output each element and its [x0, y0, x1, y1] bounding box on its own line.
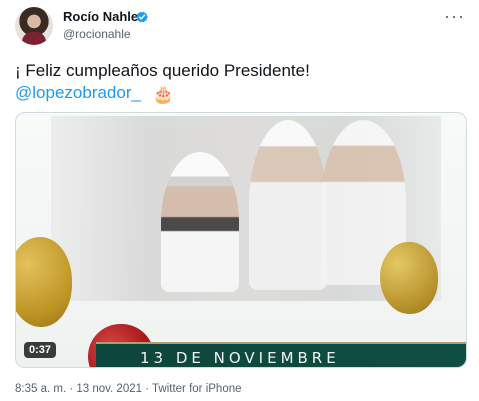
tweet-header: Rocío Nahle @rocionahle ···	[15, 7, 465, 49]
tweet-text-line1: ¡ Feliz cumpleaños querido Presidente!	[15, 61, 310, 80]
banner-date-text: 13 DE NOVIEMBRE	[140, 349, 340, 367]
video-player[interactable]: 13 DE NOVIEMBRE 0:37	[15, 112, 467, 368]
woman-in-hard-hat	[161, 152, 239, 292]
video-duration: 0:37	[24, 342, 57, 358]
verified-badge-icon	[135, 11, 149, 23]
avatar[interactable]	[15, 7, 53, 45]
tweet-text: ¡ Feliz cumpleaños querido Presidente! @…	[15, 60, 465, 106]
more-options-icon[interactable]: ···	[444, 7, 465, 25]
author-handle[interactable]: @rocionahle	[63, 27, 131, 42]
man-in-hard-hat	[249, 120, 327, 290]
tweet-timestamp[interactable]: 8:35 a. m. · 13 nov. 2021 · Twitter for …	[15, 382, 242, 396]
gold-balloon-right	[380, 242, 438, 314]
birthday-cake-icon: 🎂	[152, 85, 174, 104]
mention-link[interactable]: @lopezobrador_	[15, 83, 141, 102]
author-name[interactable]: Rocío Nahle	[63, 9, 138, 25]
gold-balloon-left	[16, 237, 72, 327]
